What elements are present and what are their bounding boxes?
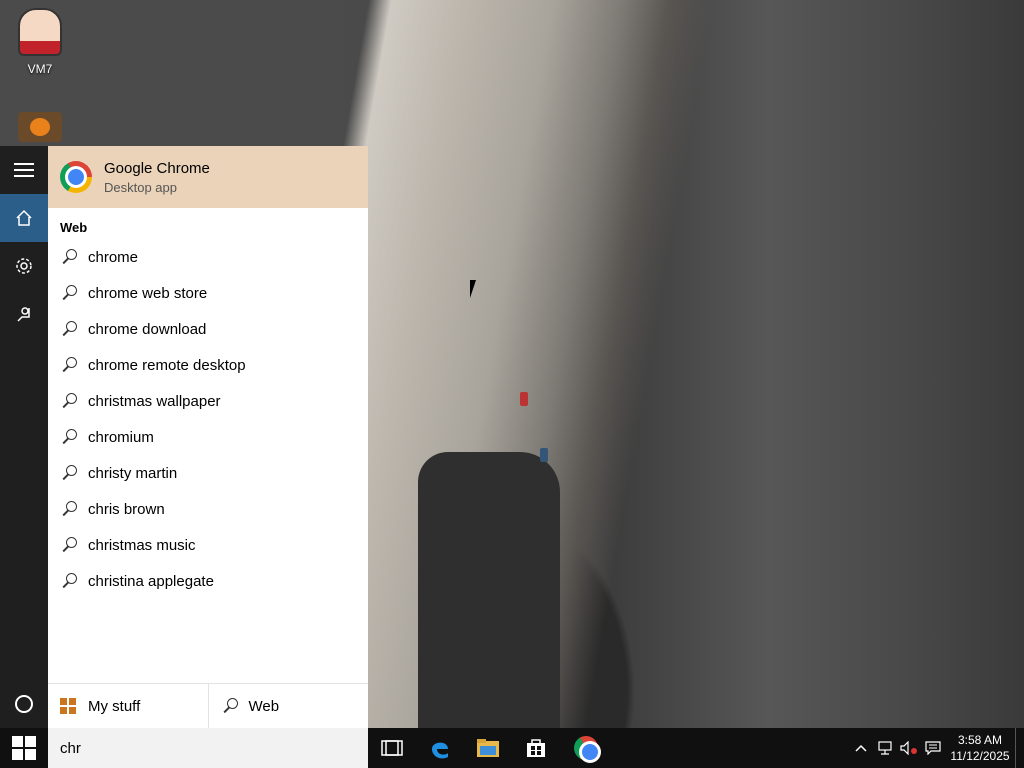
- best-match-result[interactable]: Google Chrome Desktop app: [48, 146, 368, 208]
- clock-time: 3:58 AM: [957, 733, 1003, 747]
- store-button[interactable]: [516, 732, 556, 764]
- my-stuff-scope-button[interactable]: My stuff: [48, 684, 208, 728]
- chrome-icon: [60, 161, 92, 193]
- search-icon: [60, 571, 80, 591]
- wallpaper-climber: [540, 448, 548, 462]
- clock-date: 11/12/2025: [950, 749, 1010, 763]
- wallpaper-climber: [520, 392, 528, 406]
- web-suggestion[interactable]: chromium: [48, 419, 368, 455]
- feedback-icon: [17, 307, 30, 322]
- file-explorer-button[interactable]: [468, 732, 508, 764]
- web-section-heading: Web: [60, 220, 88, 235]
- suggestion-label: chris brown: [88, 500, 165, 518]
- desktop-icon-pumpkin[interactable]: [8, 112, 72, 142]
- hamburger-menu-button[interactable]: [0, 146, 48, 194]
- suggestion-label: christmas wallpaper: [88, 392, 221, 410]
- web-suggestion[interactable]: chrome: [48, 239, 368, 275]
- edge-button[interactable]: [420, 732, 460, 764]
- windows-logo-icon: [12, 736, 36, 760]
- suggestion-label: chromium: [88, 428, 154, 446]
- wallpaper-rock: [418, 452, 560, 728]
- start-menu-rail: [0, 146, 48, 728]
- show-hidden-icons-button[interactable]: [849, 728, 873, 768]
- search-icon: [60, 535, 80, 555]
- network-icon: [878, 741, 892, 755]
- best-match-subtitle: Desktop app: [104, 179, 177, 195]
- search-results-panel: Google Chrome Desktop app Web chrome chr…: [48, 146, 368, 728]
- web-suggestion[interactable]: christy martin: [48, 455, 368, 491]
- web-suggestion[interactable]: christina applegate: [48, 563, 368, 599]
- cortana-icon: [15, 695, 33, 713]
- clock[interactable]: 3:58 AM 11/12/2025: [945, 732, 1015, 764]
- home-button[interactable]: [0, 194, 48, 242]
- web-suggestion[interactable]: christmas music: [48, 527, 368, 563]
- store-icon: [527, 739, 545, 757]
- chevron-up-icon: [855, 744, 867, 752]
- suggestion-label: christina applegate: [88, 572, 214, 590]
- taskbar-search-box[interactable]: [48, 728, 372, 768]
- suggestion-label: chrome web store: [88, 284, 208, 302]
- action-center-icon: [925, 741, 941, 755]
- hamburger-menu-icon: [14, 163, 34, 177]
- search-icon: [60, 427, 80, 447]
- windows-icon: [60, 698, 76, 714]
- feedback-button[interactable]: [0, 290, 48, 338]
- best-match-title: Google Chrome: [104, 159, 210, 177]
- edge-icon: [432, 742, 448, 759]
- scope-label: My stuff: [88, 697, 141, 715]
- search-icon: [60, 463, 80, 483]
- chrome-taskbar-button[interactable]: [566, 732, 606, 764]
- web-suggestion[interactable]: christmas wallpaper: [48, 383, 368, 419]
- desktop-icon-vm7[interactable]: VM7: [8, 8, 72, 76]
- suggestion-label: christmas music: [88, 536, 196, 554]
- system-tray: 3:58 AM 11/12/2025: [849, 728, 1024, 768]
- volume-button[interactable]: [897, 728, 921, 768]
- volume-muted-icon: [900, 741, 917, 755]
- web-suggestion[interactable]: chrome remote desktop: [48, 347, 368, 383]
- web-suggestion[interactable]: chrome download: [48, 311, 368, 347]
- taskbar: 3:58 AM 11/12/2025: [0, 728, 1024, 768]
- suggestion-label: christy martin: [88, 464, 178, 482]
- suggestion-label: chrome download: [88, 320, 207, 338]
- suggestion-label: chrome: [88, 248, 139, 266]
- search-icon: [60, 247, 80, 267]
- web-scope-button[interactable]: Web: [207, 684, 369, 728]
- search-scope-bar: My stuff Web: [48, 683, 368, 728]
- show-desktop-button[interactable]: [1015, 728, 1024, 768]
- search-icon: [60, 283, 80, 303]
- start-button[interactable]: [0, 728, 48, 768]
- file-explorer-icon: [477, 739, 499, 757]
- pumpkin-folder-icon: [18, 112, 62, 142]
- network-button[interactable]: [873, 728, 897, 768]
- search-icon: [60, 319, 80, 339]
- mouse-cursor-icon: [470, 280, 482, 298]
- search-icon: [60, 391, 80, 411]
- home-icon: [16, 209, 32, 226]
- user-avatar-icon: [18, 8, 62, 56]
- task-view-icon: [381, 740, 403, 756]
- desktop-icon-label: VM7: [27, 62, 53, 76]
- task-view-button[interactable]: [372, 732, 412, 764]
- scope-label: Web: [248, 697, 280, 715]
- search-icon: [60, 355, 80, 375]
- web-suggestion[interactable]: chris brown: [48, 491, 368, 527]
- search-icon: [221, 696, 241, 716]
- web-suggestion[interactable]: chrome web store: [48, 275, 368, 311]
- cortana-button[interactable]: [0, 680, 48, 728]
- chrome-icon: [574, 736, 598, 760]
- search-input[interactable]: [48, 728, 372, 768]
- settings-button[interactable]: [0, 242, 48, 290]
- search-icon: [60, 499, 80, 519]
- action-center-button[interactable]: [921, 728, 945, 768]
- settings-icon: [16, 258, 32, 274]
- suggestion-label: chrome remote desktop: [88, 356, 246, 374]
